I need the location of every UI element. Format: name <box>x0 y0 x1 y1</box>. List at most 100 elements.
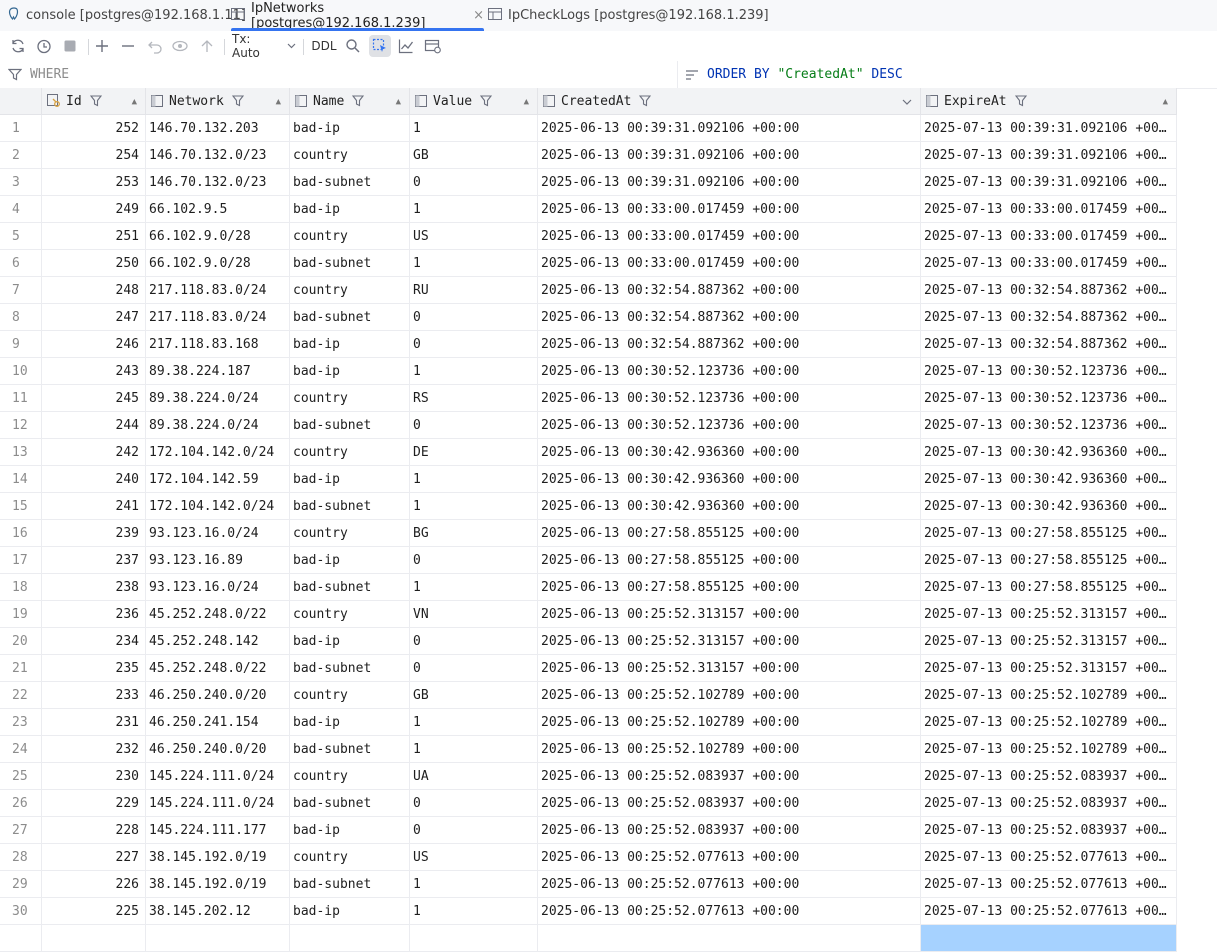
table-row[interactable]: 30 225 38.145.202.12 bad-ip 1 2025-06-13 00:2… <box>0 898 1177 925</box>
createdat-cell[interactable]: 2025-06-13 00:25:52.077613 +00:00 <box>538 844 921 871</box>
name-cell[interactable]: country <box>290 439 410 466</box>
createdat-cell[interactable]: 2025-06-13 00:30:42.936360 +00:00 <box>538 466 921 493</box>
sort-arrows-icon[interactable]: ▲ <box>396 88 401 115</box>
createdat-cell[interactable]: 2025-06-13 00:25:52.077613 +00:00 <box>538 898 921 925</box>
table-row[interactable]: 15 241 172.104.142.0/24 bad-subnet 1 2025-06-… <box>0 493 1177 520</box>
network-cell[interactable]: 89.38.224.0/24 <box>146 412 290 439</box>
expireat-cell[interactable]: 2025-07-13 00:25:52.102789 +00… <box>921 709 1177 736</box>
table-row[interactable]: 3 253 146.70.132.0/23 bad-subnet 0 2025-06-13… <box>0 169 1177 196</box>
createdat-cell[interactable]: 2025-06-13 00:25:52.313157 +00:00 <box>538 601 921 628</box>
network-cell[interactable]: 172.104.142.0/24 <box>146 439 290 466</box>
expireat-cell[interactable]: 2025-07-13 00:27:58.855125 +00… <box>921 574 1177 601</box>
name-cell[interactable]: country <box>290 520 410 547</box>
network-cell[interactable]: 45.252.248.0/22 <box>146 655 290 682</box>
table-row[interactable]: 7 248 217.118.83.0/24 country RU 2025-06-13 0… <box>0 277 1177 304</box>
id-cell[interactable]: 244 <box>42 412 146 439</box>
createdat-cell[interactable]: 2025-06-13 00:25:52.102789 +00:00 <box>538 682 921 709</box>
sort-arrows-icon[interactable]: ▲ <box>276 88 281 115</box>
name-cell[interactable]: bad-subnet <box>290 790 410 817</box>
createdat-cell[interactable]: 2025-06-13 00:39:31.092106 +00:00 <box>538 142 921 169</box>
table-row[interactable]: 26 229 145.224.111.0/24 bad-subnet 0 2025-06-… <box>0 790 1177 817</box>
id-cell[interactable]: 234 <box>42 628 146 655</box>
order-by-field[interactable]: ORDER BY "CreatedAt" DESC <box>685 61 903 88</box>
tab-console[interactable]: console [postgres@192.168.1.11] <box>8 0 246 31</box>
createdat-cell[interactable]: 2025-06-13 00:32:54.887362 +00:00 <box>538 331 921 358</box>
network-cell[interactable]: 89.38.224.0/24 <box>146 385 290 412</box>
network-cell[interactable]: 38.145.192.0/19 <box>146 871 290 898</box>
id-cell[interactable]: 235 <box>42 655 146 682</box>
value-cell[interactable]: US <box>410 223 538 250</box>
value-cell[interactable]: 1 <box>410 115 538 142</box>
createdat-cell[interactable]: 2025-06-13 00:33:00.017459 +00:00 <box>538 250 921 277</box>
network-cell[interactable]: 66.102.9.5 <box>146 196 290 223</box>
preview-changes-icon[interactable] <box>171 35 191 57</box>
id-cell[interactable]: 225 <box>42 898 146 925</box>
column-header-expireat[interactable]: ExpireAt ▲ <box>921 88 1177 115</box>
createdat-cell[interactable]: 2025-06-13 00:25:52.077613 +00:00 <box>538 871 921 898</box>
value-cell[interactable]: VN <box>410 601 538 628</box>
network-cell[interactable]: 93.123.16.0/24 <box>146 574 290 601</box>
name-cell[interactable]: bad-ip <box>290 898 410 925</box>
value-cell[interactable]: DE <box>410 439 538 466</box>
createdat-cell[interactable]: 2025-06-13 00:33:00.017459 +00:00 <box>538 223 921 250</box>
name-cell[interactable]: country <box>290 142 410 169</box>
name-cell[interactable]: bad-subnet <box>290 493 410 520</box>
table-row[interactable]: 29 226 38.145.192.0/19 bad-subnet 1 2025-06-1… <box>0 871 1177 898</box>
expireat-cell[interactable]: 2025-07-13 00:30:52.123736 +00… <box>921 385 1177 412</box>
value-cell[interactable]: 0 <box>410 655 538 682</box>
close-icon[interactable]: × <box>473 8 484 23</box>
name-cell[interactable]: bad-ip <box>290 547 410 574</box>
expireat-cell[interactable]: 2025-07-13 00:25:52.313157 +00… <box>921 601 1177 628</box>
value-cell[interactable] <box>410 925 538 952</box>
expireat-cell[interactable]: 2025-07-13 00:25:52.313157 +00… <box>921 628 1177 655</box>
network-cell[interactable]: 46.250.240.0/20 <box>146 682 290 709</box>
expireat-cell[interactable]: 2025-07-13 00:32:54.887362 +00… <box>921 304 1177 331</box>
expireat-cell[interactable] <box>921 925 1177 952</box>
id-cell[interactable]: 241 <box>42 493 146 520</box>
value-cell[interactable]: US <box>410 844 538 871</box>
table-row[interactable]: 19 236 45.252.248.0/22 country VN 2025-06-13 … <box>0 601 1177 628</box>
expireat-cell[interactable]: 2025-07-13 00:25:52.077613 +00… <box>921 871 1177 898</box>
id-cell[interactable]: 248 <box>42 277 146 304</box>
name-cell[interactable]: country <box>290 277 410 304</box>
id-cell[interactable]: 231 <box>42 709 146 736</box>
value-cell[interactable]: 0 <box>410 304 538 331</box>
expireat-cell[interactable]: 2025-07-13 00:30:42.936360 +00… <box>921 466 1177 493</box>
createdat-cell[interactable]: 2025-06-13 00:30:52.123736 +00:00 <box>538 385 921 412</box>
expireat-cell[interactable]: 2025-07-13 00:39:31.092106 +00… <box>921 142 1177 169</box>
filter-icon[interactable] <box>480 95 493 107</box>
expireat-cell[interactable]: 2025-07-13 00:30:52.123736 +00… <box>921 358 1177 385</box>
id-cell[interactable]: 252 <box>42 115 146 142</box>
createdat-cell[interactable]: 2025-06-13 00:30:52.123736 +00:00 <box>538 358 921 385</box>
network-cell[interactable]: 146.70.132.203 <box>146 115 290 142</box>
name-cell[interactable]: country <box>290 682 410 709</box>
value-cell[interactable]: 1 <box>410 250 538 277</box>
selection-mode-icon[interactable] <box>369 35 391 57</box>
id-cell[interactable]: 236 <box>42 601 146 628</box>
network-cell[interactable]: 217.118.83.168 <box>146 331 290 358</box>
network-cell[interactable]: 38.145.192.0/19 <box>146 844 290 871</box>
column-header-createdat[interactable]: CreatedAt <box>538 88 921 115</box>
value-cell[interactable]: 0 <box>410 331 538 358</box>
createdat-cell[interactable]: 2025-06-13 00:39:31.092106 +00:00 <box>538 169 921 196</box>
revert-icon[interactable] <box>145 35 165 57</box>
delete-row-icon[interactable] <box>118 35 138 57</box>
network-cell[interactable]: 217.118.83.0/24 <box>146 277 290 304</box>
value-cell[interactable]: 1 <box>410 574 538 601</box>
expireat-cell[interactable]: 2025-07-13 00:30:42.936360 +00… <box>921 493 1177 520</box>
createdat-cell[interactable]: 2025-06-13 00:30:52.123736 +00:00 <box>538 412 921 439</box>
network-cell[interactable]: 46.250.240.0/20 <box>146 736 290 763</box>
sort-descending-icon[interactable] <box>902 88 912 115</box>
table-row[interactable]: 23 231 46.250.241.154 bad-ip 1 2025-06-13 00:… <box>0 709 1177 736</box>
table-row[interactable]: 1 252 146.70.132.203 bad-ip 1 2025-06-13 00:3… <box>0 115 1177 142</box>
history-icon[interactable] <box>34 35 54 57</box>
createdat-cell[interactable]: 2025-06-13 00:25:52.102789 +00:00 <box>538 736 921 763</box>
id-cell[interactable]: 229 <box>42 790 146 817</box>
value-cell[interactable]: 1 <box>410 493 538 520</box>
id-cell[interactable]: 240 <box>42 466 146 493</box>
add-row-icon[interactable] <box>92 35 112 57</box>
network-cell[interactable]: 66.102.9.0/28 <box>146 223 290 250</box>
expireat-cell[interactable]: 2025-07-13 00:39:31.092106 +00… <box>921 169 1177 196</box>
table-row[interactable]: 11 245 89.38.224.0/24 country RS 2025-06-13 0… <box>0 385 1177 412</box>
expireat-cell[interactable]: 2025-07-13 00:27:58.855125 +00… <box>921 520 1177 547</box>
